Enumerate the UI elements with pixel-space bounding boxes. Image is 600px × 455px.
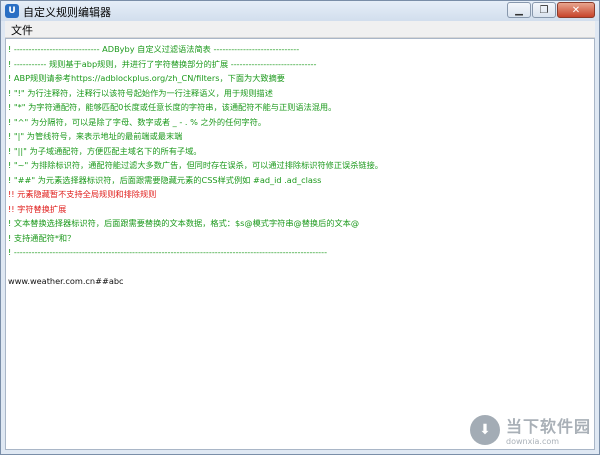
editor-line[interactable]: ! "##" 为元素选择器标识符，后面跟需要隐藏元素的CSS样式例如 #ad_i… [8,173,592,188]
editor-line[interactable]: !! 元素隐藏暂不支持全局规则和排除规则 [8,187,592,202]
watermark-cn: 当下软件园 [505,417,591,436]
editor-line[interactable]: ! "!" 为行注释符，注释行以该符号起始作为一行注释语义，用于规则描述 [8,86,592,101]
minimize-button[interactable]: ▁ [507,2,531,18]
editor-line[interactable]: !! 字符替换扩展 [8,202,592,217]
editor-line[interactable]: ! ----------------------------- ADByby 自… [8,42,592,57]
watermark: ⬇ 当下软件园 downxia.com [469,413,591,446]
app-icon: U [5,4,19,18]
restore-button[interactable]: ❐ [532,2,556,18]
close-button[interactable]: ✕ [557,2,595,18]
editor-line[interactable]: ! "^" 为分隔符，可以是除了字母、数字或者 _ - . % 之外的任何字符。 [8,115,592,130]
editor-lines: ! ----------------------------- ADByby 自… [8,42,592,289]
download-icon: ⬇ [469,414,500,445]
editor-line[interactable]: ! ABP规则请参考https://adblockplus.org/zh_CN/… [8,71,592,86]
editor-line[interactable]: ! "||" 为子域通配符，方便匹配主域名下的所有子域。 [8,144,592,159]
rule-text-editor[interactable]: ! ----------------------------- ADByby 自… [5,38,595,450]
editor-line[interactable]: ! 文本替换选择器标识符，后面跟需要替换的文本数据，格式：$s@模式字符串@替换… [8,216,592,231]
editor-line[interactable] [8,260,592,275]
restore-icon: ❐ [539,4,549,16]
editor-line[interactable]: ! 支持通配符*和？ [8,231,592,246]
watermark-en: downxia.com [505,437,560,446]
editor-line[interactable]: ! "~" 为排除标识符，通配符能过滤大多数广告，但同时存在误杀，可以通过排除标… [8,158,592,173]
editor-line[interactable]: ! --------------------------------------… [8,245,592,260]
minimize-icon: ▁ [515,4,523,16]
menu-bar: 文件 [5,21,595,38]
editor-line[interactable]: www.weather.com.cn##abc [8,274,592,289]
window-title: 自定义规则编辑器 [23,6,111,19]
close-icon: ✕ [571,4,581,16]
editor-line[interactable]: ! "|" 为管线符号，来表示地址的最前端或最末端 [8,129,592,144]
editor-line[interactable]: ! ----------- 规则基于abp规则，并进行了字符替换部分的扩展 --… [8,57,592,72]
menu-file[interactable]: 文件 [11,22,33,38]
editor-line[interactable]: ! "*" 为字符通配符，能够匹配0长度或任意长度的字符串，该通配符不能与正则语… [8,100,592,115]
title-bar[interactable]: U 自定义规则编辑器 ▁ ❐ ✕ [1,1,599,21]
window-controls: ▁ ❐ ✕ [507,2,595,18]
editor-window: U 自定义规则编辑器 ▁ ❐ ✕ 文件 ! ------------------… [0,0,600,455]
